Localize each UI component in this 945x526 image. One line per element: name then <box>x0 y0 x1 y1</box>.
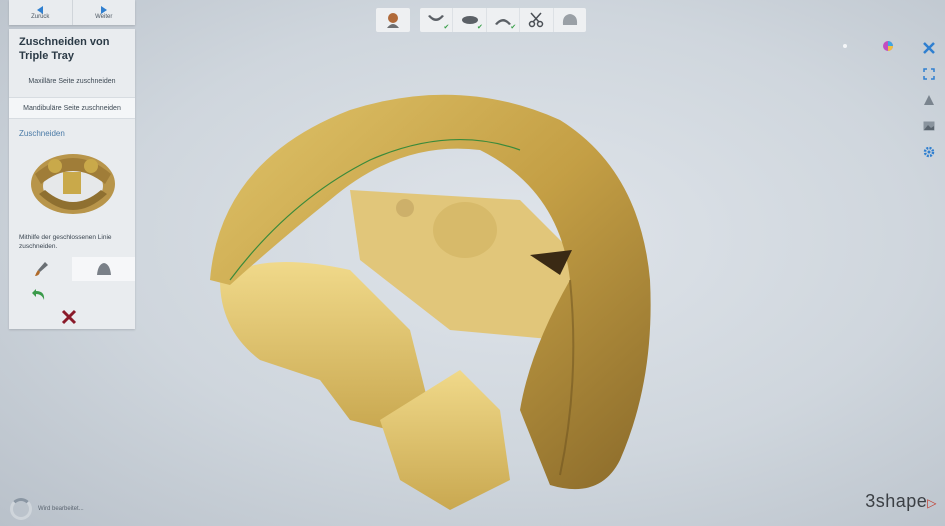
step-label: Maxilläre Seite zuschneiden <box>28 77 116 85</box>
undo-button[interactable] <box>31 287 135 301</box>
workflow-toolbar: ✔ ✔ ✔ <box>0 8 945 34</box>
view-options-button[interactable] <box>921 92 937 108</box>
model-thumbnail <box>31 154 115 214</box>
view-icon <box>924 95 934 105</box>
image-icon <box>923 121 935 131</box>
step-lower-scan[interactable]: ✔ <box>453 8 487 32</box>
check-icon: ✔ <box>443 24 450 31</box>
step-mandibular-trim[interactable]: Mandibuläre Seite zuschneiden <box>9 97 135 119</box>
scissors-icon <box>529 12 544 28</box>
3d-model-viewport[interactable] <box>200 80 670 520</box>
gear-icon <box>923 146 935 158</box>
close-x-icon <box>61 309 77 325</box>
step-bite-scan[interactable]: ✔ <box>487 8 521 32</box>
panel-title: Zuschneiden von Triple Tray <box>19 36 110 62</box>
trim-side-panel: Zuschneiden von Triple Tray Maxilläre Se… <box>9 29 135 329</box>
brand-logo: 3shape▷ <box>865 491 937 512</box>
trim-tools <box>9 257 135 281</box>
jaw-scan-icon <box>495 19 512 25</box>
brand-name: 3shape <box>865 491 928 511</box>
shape-trim-tool[interactable] <box>72 257 135 281</box>
screenshot-button[interactable] <box>921 118 937 134</box>
check-icon: ✔ <box>476 24 483 31</box>
cancel-button[interactable] <box>61 309 135 330</box>
brush-tool[interactable] <box>9 257 72 281</box>
section-title: Zuschneiden <box>19 129 65 138</box>
undo-arrow-icon <box>32 289 45 300</box>
status-text: Wird bearbeitet... <box>38 506 84 512</box>
close-button[interactable] <box>921 40 937 56</box>
color-wheel-icon[interactable] <box>882 40 894 52</box>
indicator-dot <box>843 44 847 48</box>
settings-button[interactable] <box>921 144 937 160</box>
brush-icon <box>34 262 48 276</box>
patient-head-icon <box>387 13 399 28</box>
jaw-scan-icon <box>461 16 478 24</box>
step-label: Mandibuläre Seite zuschneiden <box>23 104 121 112</box>
loading-spinner-icon <box>10 498 32 520</box>
step-upper-scan[interactable]: ✔ <box>420 8 454 32</box>
jaw-scan-icon <box>428 15 445 21</box>
step-maxillary-trim[interactable]: Maxilläre Seite zuschneiden <box>9 71 135 91</box>
fit-view-button[interactable] <box>921 66 937 82</box>
close-icon <box>923 42 935 54</box>
step-trim[interactable] <box>520 8 554 32</box>
model-shape-icon <box>96 263 111 275</box>
expand-icon <box>923 68 935 80</box>
check-icon: ✔ <box>510 24 517 31</box>
patient-button[interactable] <box>376 8 410 32</box>
brand-triangle-icon: ▷ <box>927 496 937 510</box>
model-icon <box>562 14 577 25</box>
workflow-steps: ✔ ✔ ✔ <box>420 8 586 32</box>
status-indicator: Wird bearbeitet... <box>10 498 84 520</box>
step-final-model[interactable] <box>554 8 586 32</box>
hint-text: Mithilfe der geschlossenen Linie zuschne… <box>19 234 112 250</box>
right-toolbar <box>919 40 939 160</box>
